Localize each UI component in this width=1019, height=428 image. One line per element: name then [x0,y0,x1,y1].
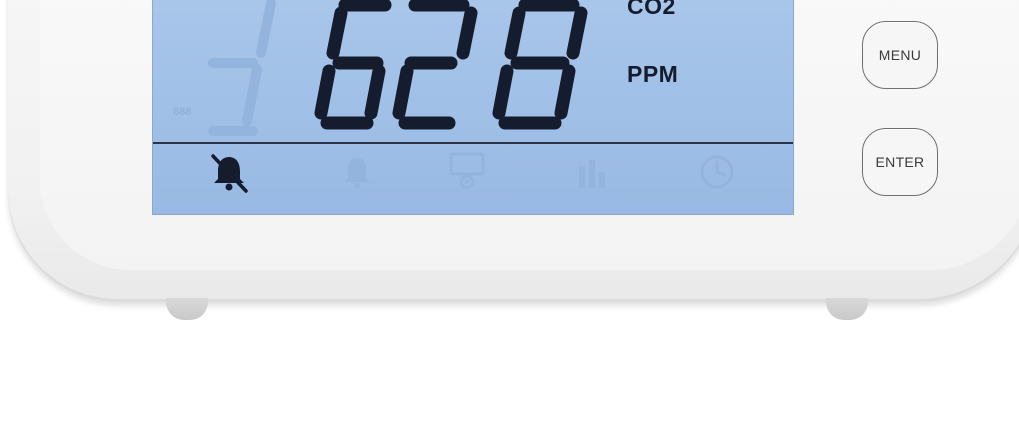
bar-chart-icon [567,146,619,198]
device-foot-right [826,298,868,320]
settings-screen-icon [441,146,493,198]
ghost-digit [208,0,276,136]
device-foot-left [166,298,208,320]
digit-2 [392,0,478,130]
ghost-indicator: 888 [173,106,192,118]
alarm-icon [331,146,383,198]
digit-8 [492,0,588,130]
menu-button[interactable]: MENU [862,21,938,89]
enter-button[interactable]: ENTER [862,128,938,196]
clock-icon [691,146,743,198]
unit-label: PPM [627,61,679,87]
lcd-screen: 888 CO2 PPM [152,0,794,215]
alarm-muted-icon [203,146,255,198]
lcd-divider [153,142,793,144]
digit-6 [314,0,392,130]
gas-label: CO2 [627,0,676,19]
